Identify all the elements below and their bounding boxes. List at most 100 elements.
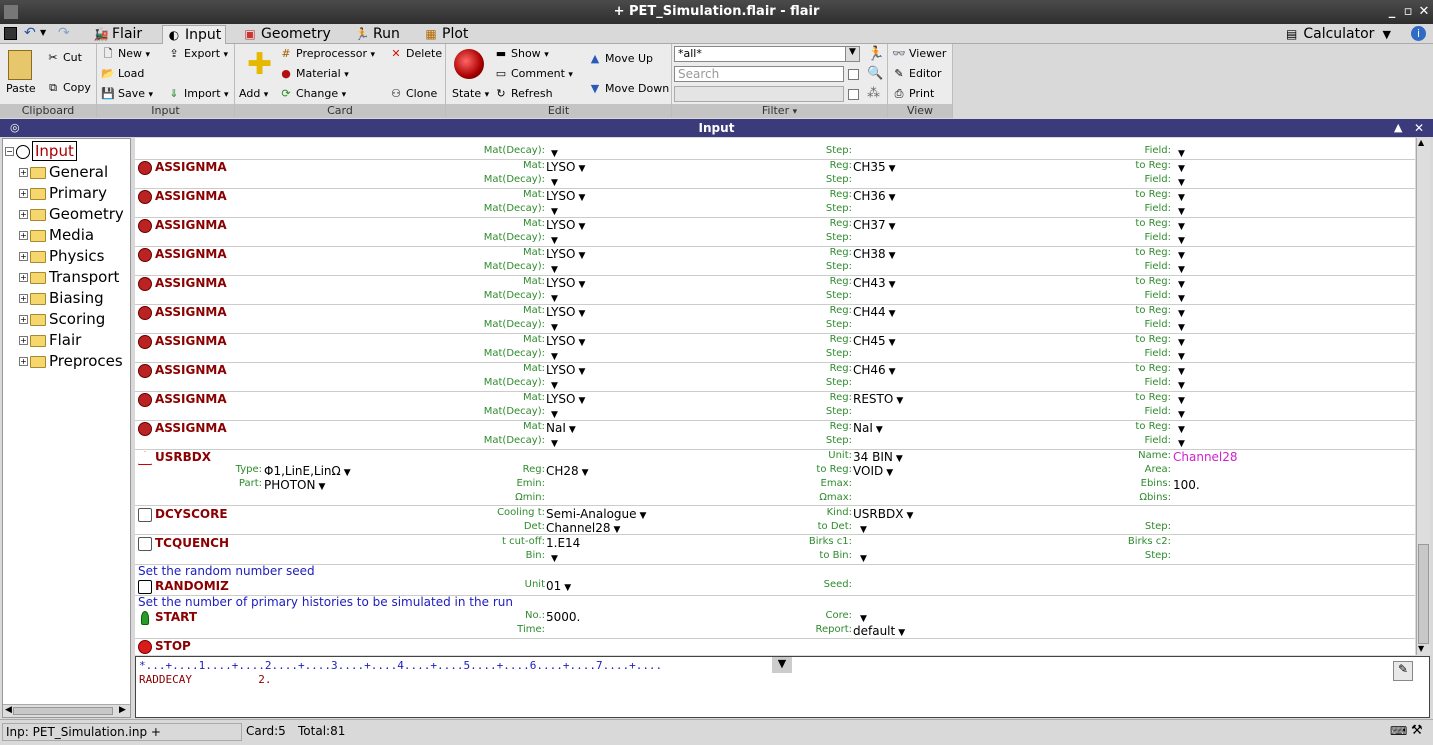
maximize-icon[interactable]: ▫ xyxy=(1400,0,1416,24)
export-button[interactable]: ⇪ Export ▾ xyxy=(167,47,228,62)
import-button[interactable]: ⇓ Import ▾ xyxy=(167,87,228,102)
field-dropdown[interactable]: ▼ xyxy=(1175,261,1185,275)
start-icon[interactable] xyxy=(141,611,149,625)
tree-item-primary[interactable]: + Primary xyxy=(19,183,107,203)
to-reg-dropdown[interactable]: ▼ xyxy=(1175,189,1185,203)
mat-dropdown[interactable]: LYSO ▼ xyxy=(546,363,585,377)
field-dropdown[interactable]: ▼ xyxy=(1175,377,1185,391)
panel-pin-icon[interactable]: ◎ xyxy=(10,119,20,137)
search-magnifier-icon[interactable]: 🔍 xyxy=(867,66,883,81)
mat-dropdown[interactable]: NaI ▼ xyxy=(546,421,576,435)
mat-decay-dropdown[interactable]: ▼ xyxy=(548,377,558,391)
filter-person-icon[interactable]: 🏃 xyxy=(867,46,884,62)
tree-hscroll-thumb[interactable] xyxy=(13,707,113,715)
card-name[interactable]: ASSIGNMA xyxy=(155,160,227,174)
calculator-button[interactable]: ▤ Calculator ▼ xyxy=(1286,25,1391,44)
field-dropdown[interactable]: ▼ xyxy=(1175,145,1185,159)
mat-decay-dropdown[interactable]: ▼ xyxy=(548,232,558,246)
ebins-field[interactable]: 100. xyxy=(1173,478,1200,492)
to-reg-dropdown[interactable]: ▼ xyxy=(1175,363,1185,377)
expand-icon[interactable]: + xyxy=(19,168,28,177)
reg-dropdown[interactable]: CH46 ▼ xyxy=(853,363,896,377)
unit-dropdown[interactable]: 34 BIN ▼ xyxy=(853,450,903,464)
mat-dropdown[interactable]: LYSO ▼ xyxy=(546,276,585,290)
card-name[interactable]: ASSIGNMA xyxy=(155,189,227,203)
to-reg-dropdown[interactable]: ▼ xyxy=(1175,276,1185,290)
card-name[interactable]: TCQUENCH xyxy=(155,536,229,550)
refresh-button[interactable]: ↻ Refresh xyxy=(494,87,552,101)
field-dropdown[interactable]: ▼ xyxy=(1175,406,1185,420)
to-reg-dropdown[interactable]: ▼ xyxy=(1175,160,1185,174)
mat-decay-dropdown[interactable]: ▼ xyxy=(548,290,558,304)
card-text-editor[interactable]: *...+....1....+....2....+....3....+....4… xyxy=(135,656,1430,718)
field-dropdown[interactable]: ▼ xyxy=(1175,435,1185,449)
expand-icon[interactable]: + xyxy=(19,273,28,282)
editor-button[interactable]: ✎ Editor xyxy=(892,67,941,81)
panel-close-icon[interactable]: ✕ xyxy=(1414,119,1424,137)
to-reg-dropdown[interactable]: ▼ xyxy=(1175,392,1185,406)
to-det-dropdown[interactable]: ▼ xyxy=(857,521,867,535)
tcutoff-field[interactable]: 1.E14 xyxy=(546,536,580,550)
panel-collapse-icon[interactable]: ▲ xyxy=(1394,119,1402,137)
print-button[interactable]: ⎙ Print xyxy=(892,87,935,101)
type-dropdown[interactable]: Φ1,LinE,LinΩ ▼ xyxy=(264,464,351,478)
filter-group-label[interactable]: Filter ▾ xyxy=(672,104,887,118)
add-button[interactable]: ✚ Add ▾ xyxy=(239,50,273,102)
to-reg-dropdown[interactable]: ▼ xyxy=(1175,305,1185,319)
mat-dropdown[interactable]: LYSO ▼ xyxy=(546,247,585,261)
card-list-scrollbar[interactable]: ▲ ▼ xyxy=(1416,138,1430,655)
filter-expression-input[interactable] xyxy=(674,86,844,102)
clone-button[interactable]: ⚇ Clone xyxy=(389,87,437,101)
expand-icon[interactable]: + xyxy=(19,210,28,219)
usrbdx-icon[interactable] xyxy=(138,451,152,465)
mat-decay-dropdown[interactable]: ▼ xyxy=(548,435,558,449)
preprocessor-button[interactable]: # Preprocessor ▾ xyxy=(279,47,375,62)
card-name[interactable]: ASSIGNMA xyxy=(155,421,227,435)
tree-item-scoring[interactable]: + Scoring xyxy=(19,309,105,329)
edit-pencil-icon[interactable]: ✎ xyxy=(1393,661,1413,681)
change-button[interactable]: ⟳ Change ▾ xyxy=(279,87,346,102)
to-reg-dropdown[interactable]: ▼ xyxy=(1175,218,1185,232)
core-dropdown[interactable]: ▼ xyxy=(857,610,867,624)
scroll-up-icon[interactable]: ▲ xyxy=(1418,138,1424,147)
tree-hscrollbar[interactable]: ◀ ▶ xyxy=(3,704,130,717)
stop-icon[interactable] xyxy=(138,640,152,654)
field-dropdown[interactable]: ▼ xyxy=(1175,232,1185,246)
bin-dropdown[interactable]: ▼ xyxy=(548,550,558,564)
search-input[interactable]: Search xyxy=(674,66,844,82)
app-menu-icon[interactable] xyxy=(4,5,18,19)
viewer-button[interactable]: 👓 Viewer xyxy=(892,47,946,61)
reg-dropdown[interactable]: NaI ▼ xyxy=(853,421,883,435)
cooling-dropdown[interactable]: Semi-Analogue ▼ xyxy=(546,507,646,521)
scroll-right-icon[interactable]: ▶ xyxy=(119,705,126,715)
card-icon[interactable] xyxy=(138,393,152,407)
expand-icon[interactable]: + xyxy=(19,294,28,303)
mat-dropdown[interactable]: LYSO ▼ xyxy=(546,189,585,203)
save-button[interactable]: 💾 Save ▾ xyxy=(101,87,153,102)
collapse-icon[interactable]: − xyxy=(5,147,14,156)
expand-icon[interactable]: + xyxy=(19,231,28,240)
card-name[interactable]: START xyxy=(155,610,197,624)
tree-root-input[interactable]: − Input xyxy=(5,141,77,161)
copy-button[interactable]: ⧉ Copy xyxy=(46,81,91,95)
card-icon[interactable] xyxy=(138,161,152,175)
minimize-icon[interactable]: _ xyxy=(1384,0,1400,24)
mat-decay-dropdown[interactable]: ▼ xyxy=(548,261,558,275)
primaries-field[interactable]: 5000. xyxy=(546,610,580,624)
tree-item-general[interactable]: + General xyxy=(19,162,108,182)
material-button[interactable]: ● Material ▾ xyxy=(279,67,349,82)
close-window-icon[interactable]: ✕ xyxy=(1416,0,1432,24)
det-dropdown[interactable]: Channel28 ▼ xyxy=(546,521,620,535)
mat-dropdown[interactable]: LYSO ▼ xyxy=(546,305,585,319)
mat-decay-dropdown[interactable]: ▼ xyxy=(548,203,558,217)
scroll-left-icon[interactable]: ◀ xyxy=(5,705,12,715)
filter-regex-checkbox[interactable] xyxy=(848,89,859,100)
card-icon[interactable] xyxy=(138,364,152,378)
tree-item-geometry[interactable]: + Geometry xyxy=(19,204,124,224)
mat-decay-dropdown[interactable]: ▼ xyxy=(548,145,558,159)
tools-icon[interactable]: ⚒ xyxy=(1411,723,1423,738)
delete-button[interactable]: ✕ Delete xyxy=(389,47,442,61)
card-name[interactable]: ASSIGNMA xyxy=(155,305,227,319)
search-case-checkbox[interactable] xyxy=(848,69,859,80)
to-reg-dropdown[interactable]: ▼ xyxy=(1175,334,1185,348)
